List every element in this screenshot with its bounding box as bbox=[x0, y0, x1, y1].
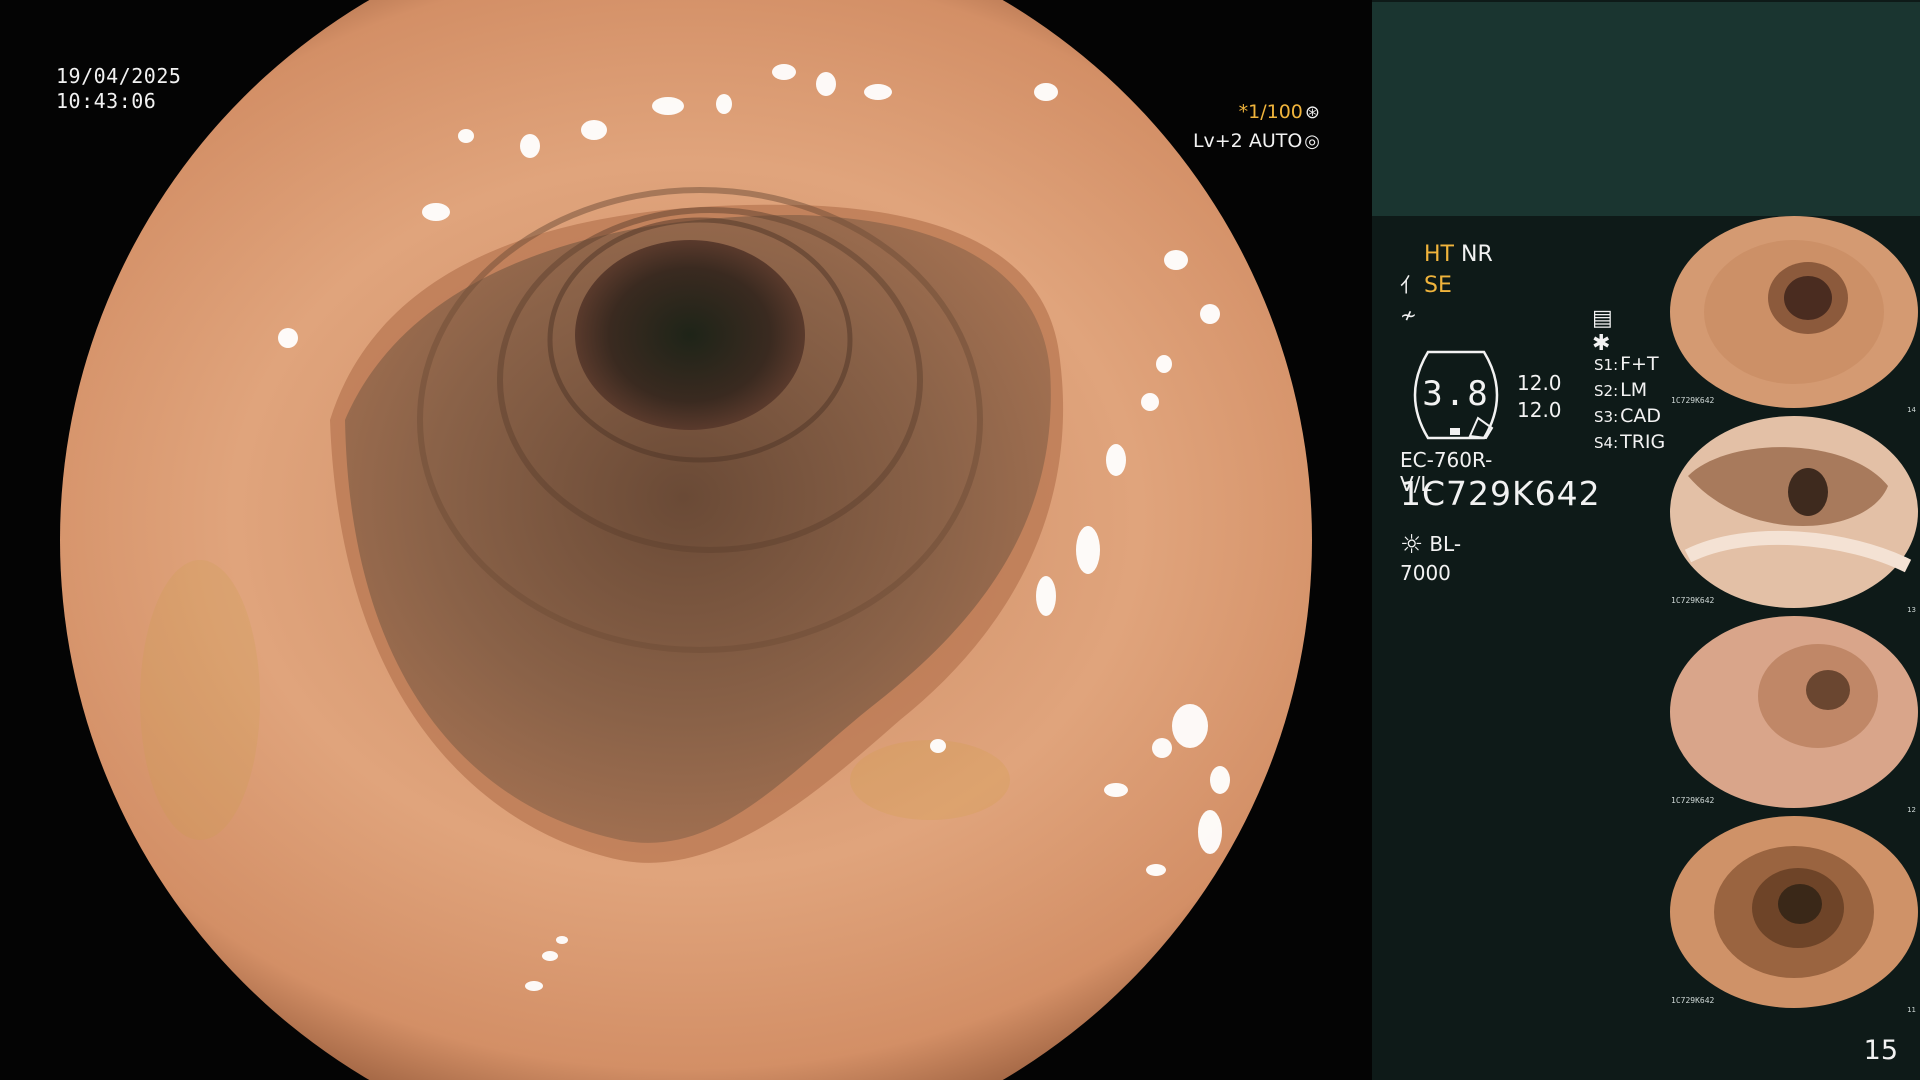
timestamp: 19/04/2025 10:43:06 bbox=[56, 64, 181, 114]
thumbnail-index: 14 bbox=[1907, 406, 1916, 414]
thumbnail-caption: 1C729K642 bbox=[1671, 796, 1715, 805]
image-count: 15 bbox=[1863, 1035, 1898, 1066]
thumbnail-index: 13 bbox=[1907, 606, 1916, 614]
level-row: Lv+2 AUTO ◎ bbox=[1193, 127, 1320, 156]
switch-s1: S1: F+T bbox=[1594, 353, 1659, 375]
thumbnail-index: 11 bbox=[1907, 1006, 1916, 1014]
aperture-icon: ⊛ bbox=[1304, 102, 1320, 123]
mode-ht: HT bbox=[1424, 242, 1454, 267]
thumbnail-image bbox=[1668, 616, 1920, 816]
thumbnail-4[interactable]: 1C729K642 11 bbox=[1668, 816, 1920, 1016]
thumbnail-image bbox=[1668, 216, 1920, 416]
endoscopic-image bbox=[0, 0, 1372, 1080]
thumbnail-1[interactable]: 1C729K642 14 bbox=[1668, 216, 1920, 416]
structure-enhance-icon: ⺅ bbox=[1400, 273, 1420, 297]
mode-row-ht-nr: HT NR bbox=[1400, 240, 1493, 270]
thumbnail-2[interactable]: 1C729K642 13 bbox=[1668, 416, 1920, 616]
thumbnail-caption: 1C729K642 bbox=[1671, 996, 1715, 1005]
mode-nr: NR bbox=[1460, 242, 1493, 267]
switch-s3: S3: CAD bbox=[1594, 405, 1662, 427]
brightness-level: Lv+2 AUTO bbox=[1192, 130, 1303, 152]
captured-thumbnails: 1C729K642 14 1C729K642 13 1C729K642 12 1… bbox=[1668, 216, 1920, 1016]
thumbnail-3[interactable]: 1C729K642 12 bbox=[1668, 616, 1920, 816]
menu-list-icon: ▤ bbox=[1592, 306, 1613, 331]
mode-row-se: ⺅ SE bbox=[1400, 270, 1493, 300]
thumbnail-index: 12 bbox=[1907, 806, 1916, 814]
switch-s4: S4: TRIG bbox=[1594, 431, 1666, 453]
gain-1: 12.0 bbox=[1517, 371, 1562, 395]
scope-switch-list: S1: F+T S2: LM S3: CAD S4: TRIG bbox=[1594, 352, 1665, 456]
auto-iris-icon: ◎ bbox=[1304, 131, 1320, 152]
lamp-icon: ☼ bbox=[1400, 530, 1424, 560]
thumbnail-caption: 1C729K642 bbox=[1671, 596, 1715, 605]
shutter-row: *1/100 ⊛ bbox=[1193, 98, 1320, 127]
gain-2: 12.0 bbox=[1517, 398, 1562, 422]
gain-values: 12.0 12.0 bbox=[1517, 370, 1562, 424]
panel-header-area bbox=[1372, 2, 1920, 216]
color-tone-icon: ≁ bbox=[1400, 303, 1417, 327]
zoom-value: 3.8 bbox=[1422, 374, 1490, 414]
switch-s2: S2: LM bbox=[1594, 379, 1648, 401]
info-panel: HT NR ⺅ SE ≁ ▤ ✱ 3.8 12.0 12.0 S1: F+T S… bbox=[1372, 0, 1920, 1080]
exposure-readout: *1/100 ⊛ Lv+2 AUTO ◎ bbox=[1193, 98, 1320, 156]
mode-se: SE bbox=[1424, 273, 1452, 298]
endoscopy-screen: 19/04/2025 10:43:06 *1/100 ⊛ Lv+2 AUTO ◎ H… bbox=[0, 0, 1920, 1080]
main-endoscopic-view: 19/04/2025 10:43:06 *1/100 ⊛ Lv+2 AUTO ◎ bbox=[0, 0, 1372, 1080]
mode-row-color: ≁ bbox=[1400, 300, 1493, 330]
thumbnail-image bbox=[1668, 416, 1920, 616]
thumbnail-image bbox=[1668, 816, 1920, 1016]
processor-settings: HT NR ⺅ SE ≁ ▤ ✱ 3.8 12.0 12.0 S1: F+T S… bbox=[1400, 240, 1665, 585]
date-text: 19/04/2025 bbox=[56, 64, 182, 88]
thumbnail-caption: 1C729K642 bbox=[1671, 396, 1715, 405]
time-text: 10:43:06 bbox=[56, 89, 157, 113]
scope-serial: 1C729K642 bbox=[1400, 474, 1601, 513]
shutter-speed: *1/100 bbox=[1238, 101, 1303, 123]
status-icons: ▤ ✱ bbox=[1592, 306, 1625, 356]
zoom-dial-row: 3.8 12.0 12.0 S1: F+T S2: LM S3: CAD S4: TRI… bbox=[1400, 350, 1700, 453]
light-source: ☼ BL-7000 bbox=[1400, 530, 1493, 587]
